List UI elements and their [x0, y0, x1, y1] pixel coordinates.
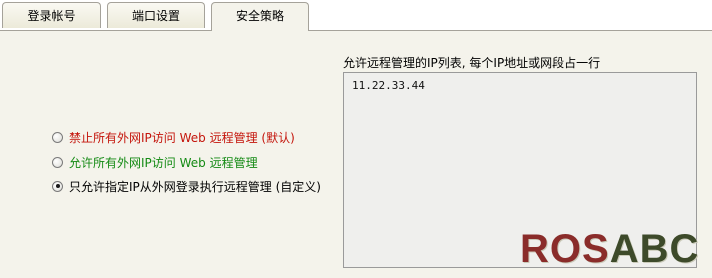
tab-port-settings[interactable]: 端口设置 — [107, 2, 205, 28]
radio-allow-all[interactable] — [52, 156, 63, 168]
option-allow-specified[interactable]: 只允许指定IP从外网登录执行远程管理 (自定义) — [52, 178, 321, 194]
watermark-prefix: ROS — [520, 227, 610, 271]
tab-bar: 登录帐号 端口设置 安全策略 — [0, 0, 712, 31]
radio-deny-all[interactable] — [52, 131, 63, 143]
rosabc-watermark-logo: ROSABC — [520, 227, 699, 272]
tab-login-account[interactable]: 登录帐号 — [2, 2, 101, 28]
option-allow-all-label: 允许所有外网IP访问 Web 远程管理 — [69, 155, 258, 170]
ip-list-caption: 允许远程管理的IP列表, 每个IP地址或网段占一行 — [343, 56, 601, 70]
security-policy-panel: 禁止所有外网IP访问 Web 远程管理 (默认) 允许所有外网IP访问 Web … — [0, 31, 712, 278]
option-deny-all[interactable]: 禁止所有外网IP访问 Web 远程管理 (默认) — [52, 129, 295, 145]
tab-security-policy[interactable]: 安全策略 — [211, 2, 309, 31]
watermark-suffix: ABC — [609, 227, 700, 271]
option-allow-specified-label: 只允许指定IP从外网登录执行远程管理 (自定义) — [69, 179, 321, 194]
option-allow-all[interactable]: 允许所有外网IP访问 Web 远程管理 — [52, 154, 258, 170]
radio-allow-specified[interactable] — [52, 180, 63, 192]
option-deny-all-label: 禁止所有外网IP访问 Web 远程管理 (默认) — [69, 130, 295, 145]
